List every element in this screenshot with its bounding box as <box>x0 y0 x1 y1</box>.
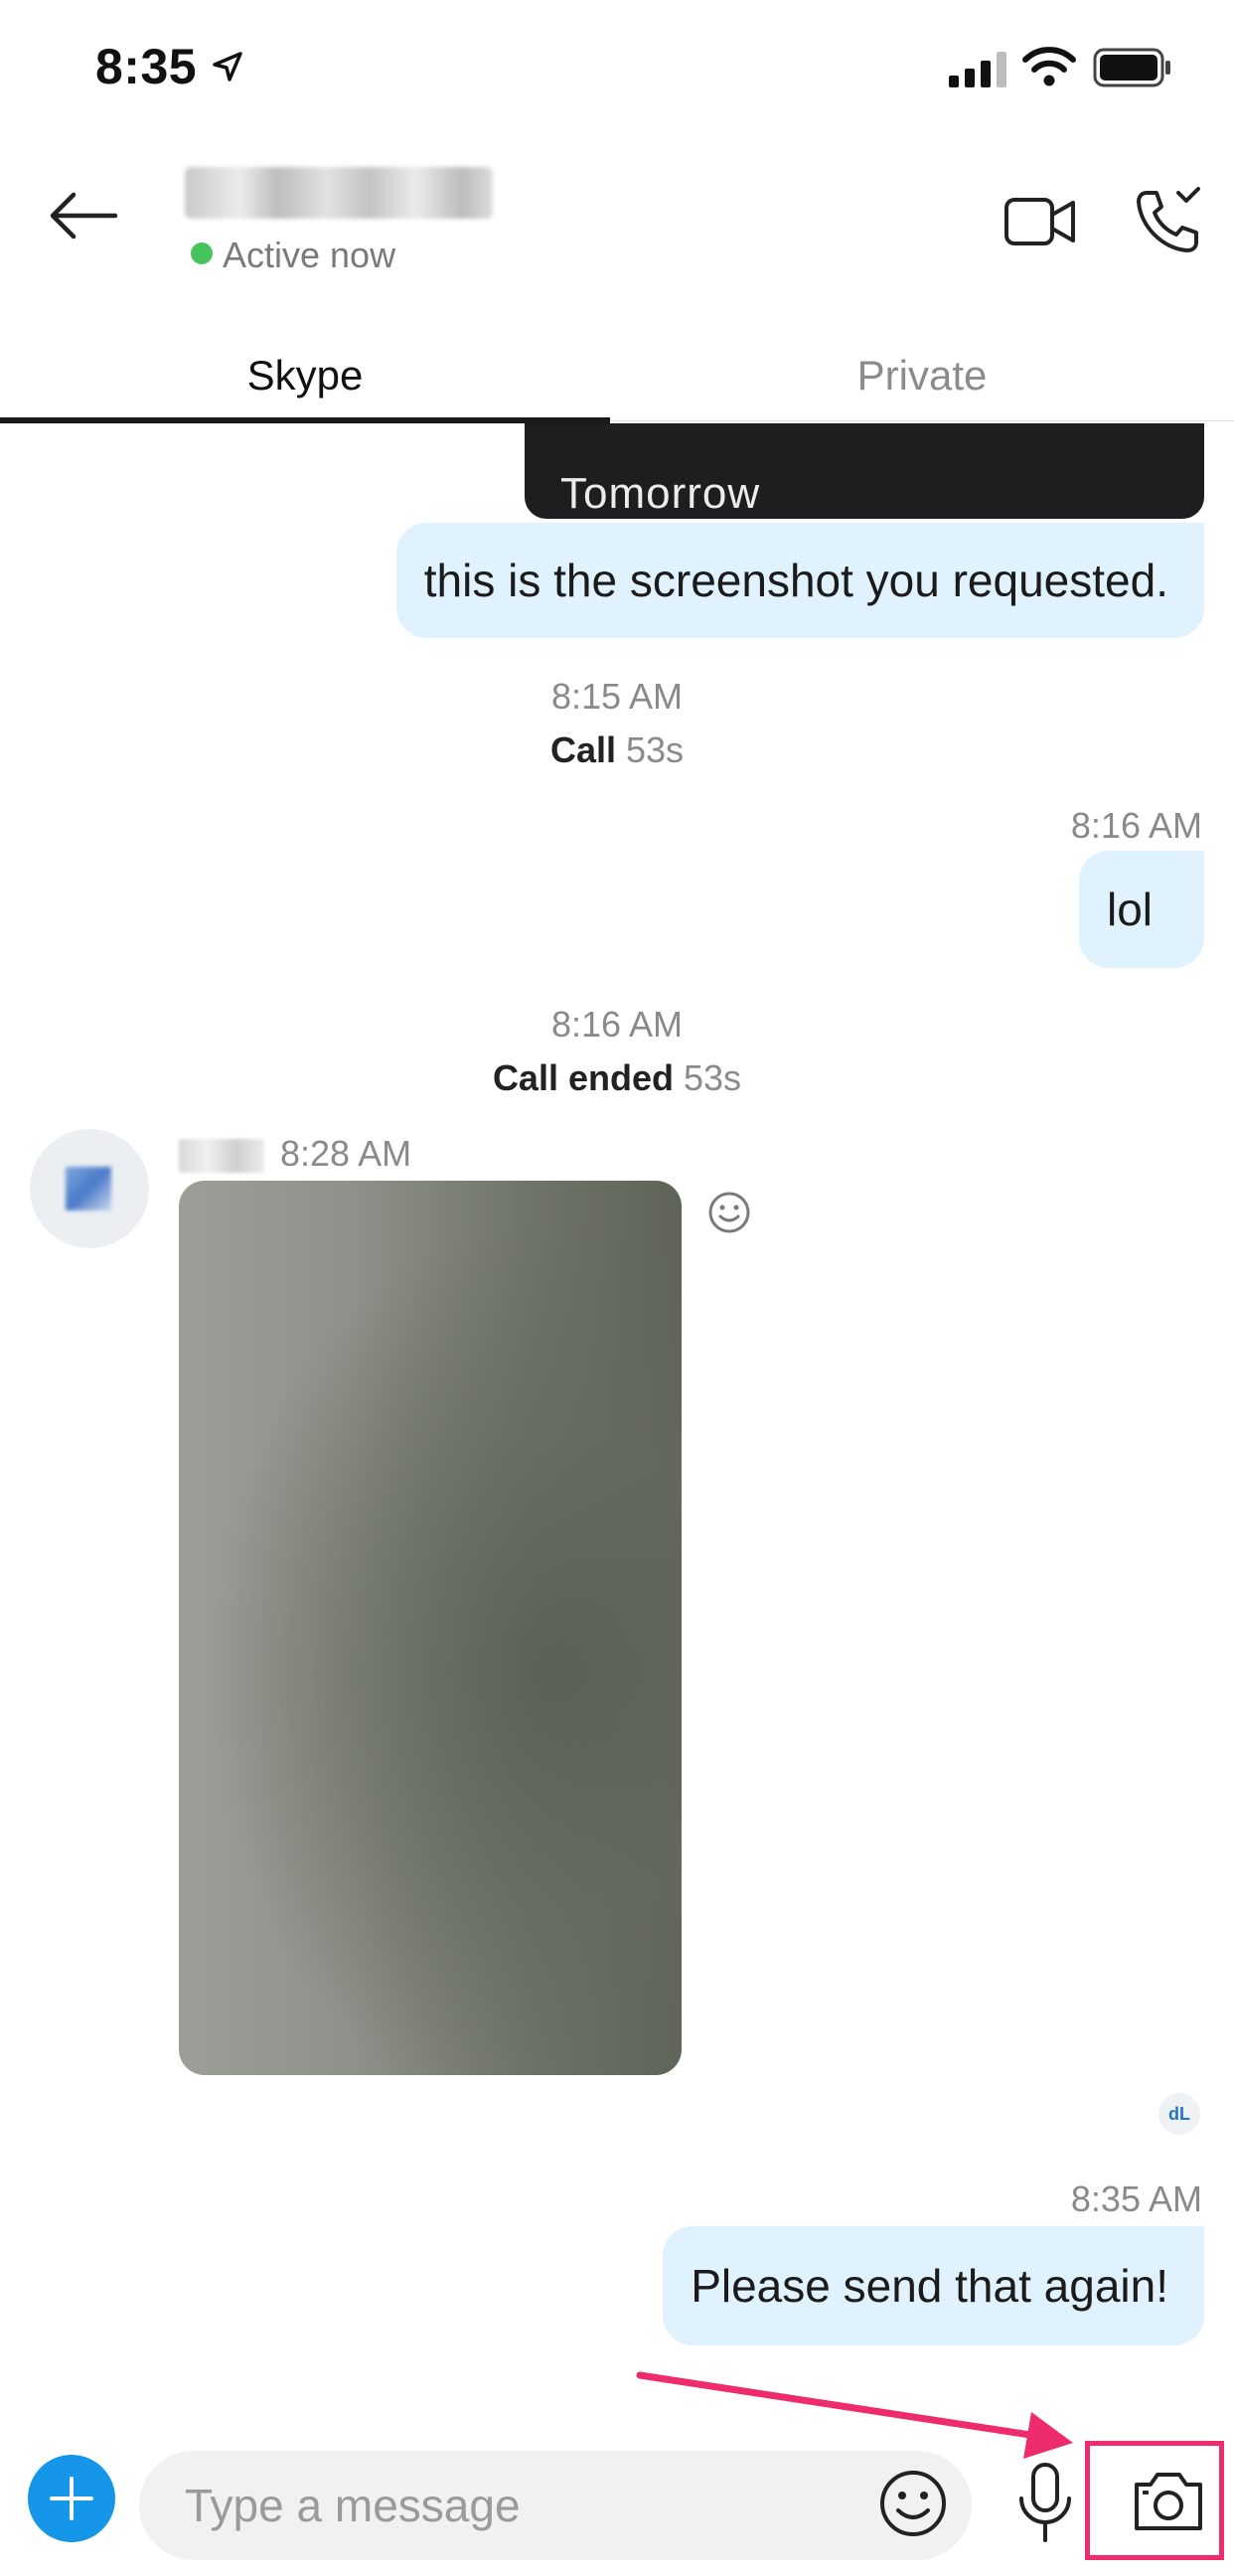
call-event: Call 53s <box>0 729 1234 771</box>
call-ended-label: Call ended <box>492 1057 674 1098</box>
message-input-placeholder: Type a message <box>185 2480 521 2531</box>
read-receipt-avatar: dL <box>1158 2093 1200 2135</box>
wifi-icon <box>1022 47 1076 86</box>
card-caption: Tomorrow <box>560 469 761 518</box>
presence-status: Active now <box>223 235 396 275</box>
sender-name-redacted <box>179 1139 264 1173</box>
incoming-image-message[interactable] <box>179 1181 682 2075</box>
call-event-label: Call <box>549 729 616 770</box>
add-button[interactable] <box>28 2455 115 2542</box>
outgoing-message[interactable]: Please send that again! <box>663 2226 1204 2345</box>
emoji-icon[interactable] <box>878 2469 948 2538</box>
message-input[interactable]: Type a message <box>139 2451 972 2560</box>
call-ended-event: Call ended 53s <box>0 1057 1234 1099</box>
location-arrow-icon <box>213 52 242 81</box>
camera-icon[interactable] <box>1131 2469 1206 2534</box>
tab-divider <box>610 420 1234 421</box>
avatar[interactable] <box>30 1129 149 1248</box>
reaction-emoji-icon[interactable] <box>707 1191 751 1234</box>
plus-icon <box>50 2477 93 2520</box>
message-timestamp: 8:15 AM <box>550 676 684 717</box>
audio-call-icon[interactable] <box>1133 187 1202 256</box>
battery-icon <box>1093 48 1170 87</box>
outgoing-message[interactable]: this is the screenshot you requested. <box>395 523 1204 638</box>
message-timestamp: 8:16 AM <box>550 1004 684 1045</box>
message-timestamp: 8:35 AM <box>1070 2178 1202 2219</box>
message-timestamp: 8:16 AM <box>1070 805 1202 846</box>
microphone-icon[interactable] <box>1015 2461 1075 2544</box>
status-time: 8:35 <box>95 39 198 94</box>
presence-dot <box>191 242 213 264</box>
call-ended-duration: 53s <box>684 1057 742 1098</box>
back-arrow-icon[interactable] <box>48 191 119 241</box>
avatar-image <box>66 1167 111 1210</box>
message-timestamp: 8:28 AM <box>280 1133 412 1174</box>
call-event-duration: 53s <box>626 729 685 770</box>
signal-icon <box>949 52 1006 87</box>
video-call-icon[interactable] <box>1003 195 1077 248</box>
outgoing-message[interactable]: lol <box>1078 851 1204 968</box>
contact-name-redacted[interactable] <box>185 167 493 219</box>
tab-skype[interactable]: Skype <box>0 328 610 422</box>
active-tab-indicator <box>0 417 610 423</box>
tab-private[interactable]: Private <box>610 328 1234 422</box>
shared-card-message[interactable]: Tomorrow <box>525 423 1204 519</box>
